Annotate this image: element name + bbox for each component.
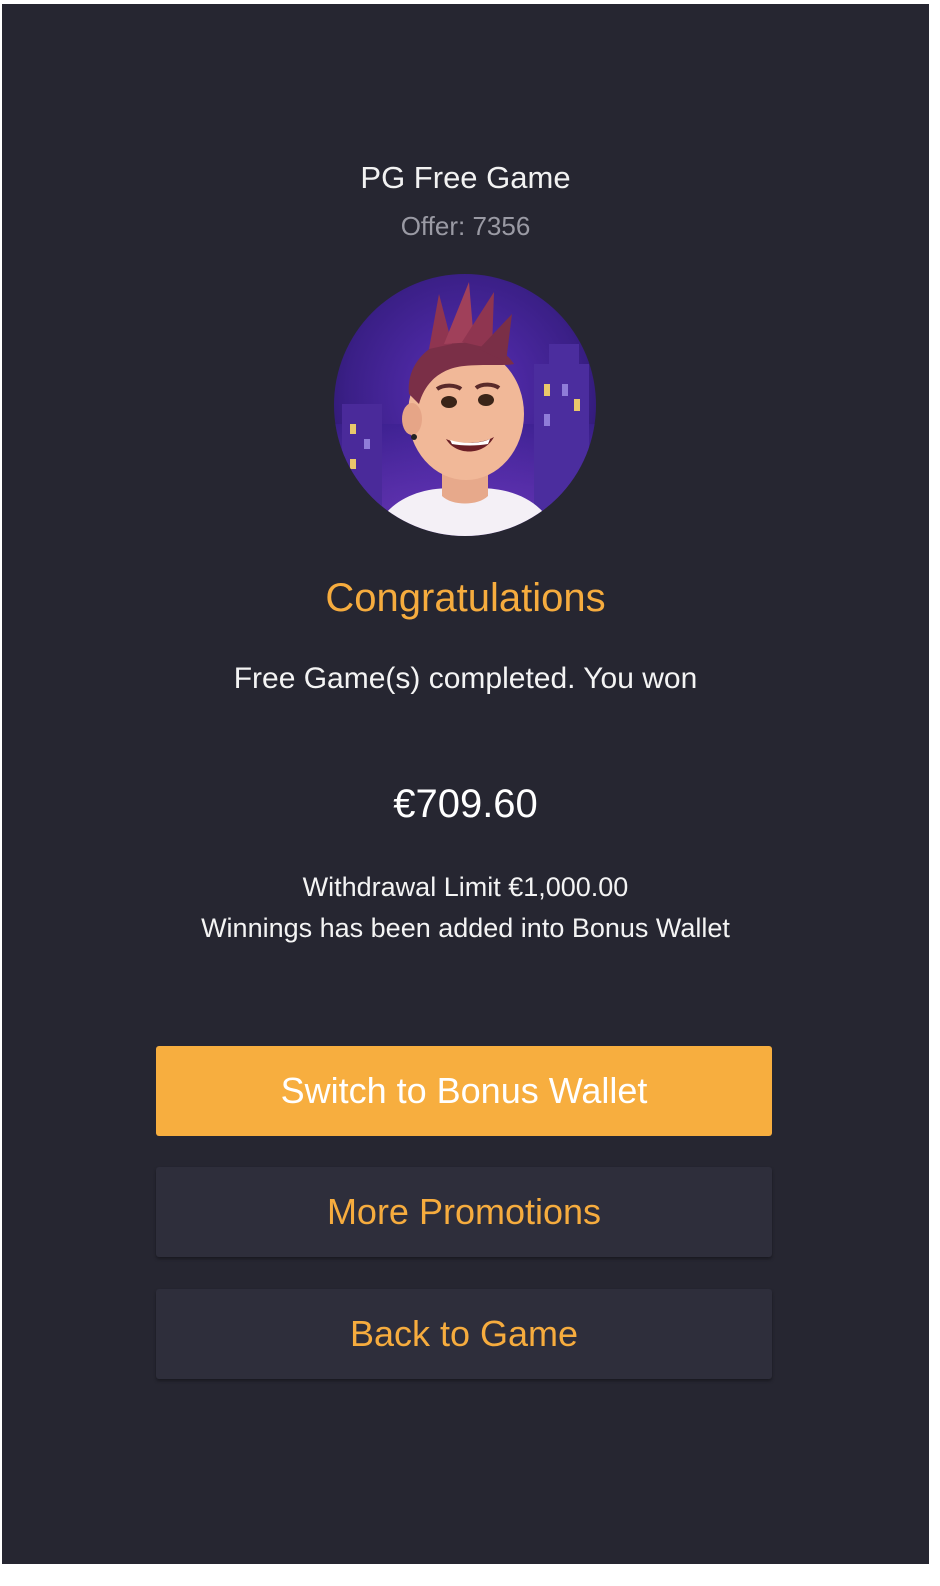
more-promotions-button[interactable]: More Promotions — [156, 1167, 772, 1257]
withdrawal-limit: Withdrawal Limit €1,000.00 — [302, 872, 629, 902]
won-amount: €709.60 — [393, 782, 538, 826]
switch-to-bonus-wallet-button[interactable]: Switch to Bonus Wallet — [156, 1046, 772, 1136]
congratulations-heading: Congratulations — [325, 576, 606, 620]
offer-id: Offer: 7356 — [400, 211, 531, 241]
game-character-avatar-icon — [334, 274, 596, 536]
bonus-wallet-notice: Winnings has been added into Bonus Walle… — [201, 913, 730, 943]
completion-message: Free Game(s) completed. You won — [233, 662, 698, 695]
page-title: PG Free Game — [360, 160, 571, 195]
free-game-result-panel: PG Free Game Offer: 7356 Congratulations… — [2, 4, 929, 1564]
back-to-game-button[interactable]: Back to Game — [156, 1289, 772, 1379]
